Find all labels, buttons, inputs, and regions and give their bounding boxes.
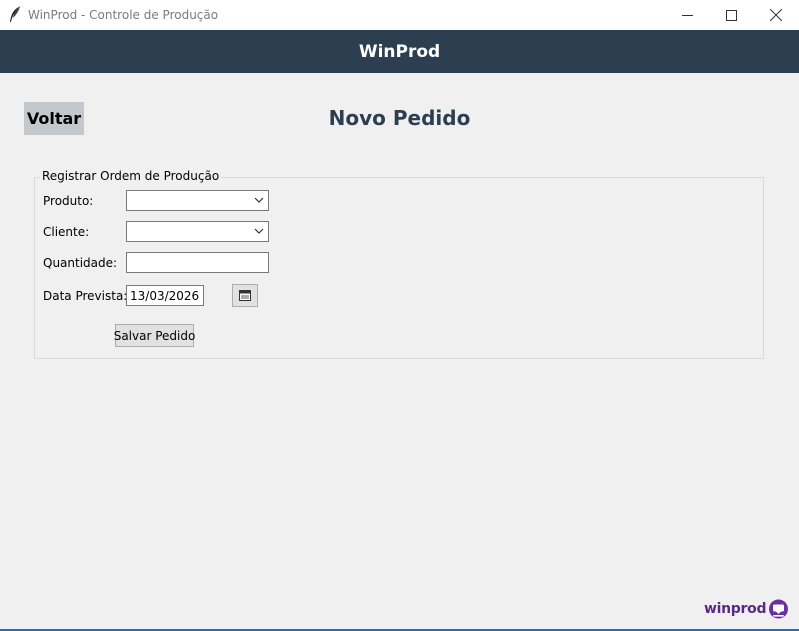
data-prevista-input[interactable]: 13/03/2026 bbox=[126, 285, 204, 306]
calendar-icon bbox=[239, 290, 251, 301]
maximize-button[interactable] bbox=[708, 0, 754, 30]
logo-text: winprod bbox=[704, 601, 767, 617]
app-header: WinProd bbox=[0, 30, 799, 73]
save-order-button[interactable]: Salvar Pedido bbox=[114, 324, 195, 347]
chevron-down-icon bbox=[254, 228, 264, 234]
quantidade-input[interactable] bbox=[126, 252, 269, 273]
close-button[interactable] bbox=[753, 0, 799, 30]
calendar-button[interactable] bbox=[232, 284, 258, 307]
order-form-group-title: Registrar Ordem de Produção bbox=[40, 169, 222, 183]
window-titlebar: WinProd - Controle de Produção bbox=[0, 0, 799, 30]
maximize-icon bbox=[725, 9, 737, 21]
data-prevista-label: Data Prevista: bbox=[43, 289, 128, 303]
winprod-logo: winprod bbox=[704, 598, 789, 620]
app-header-title: WinProd bbox=[358, 41, 441, 62]
window-title: WinProd - Controle de Produção bbox=[28, 8, 219, 22]
cliente-label: Cliente: bbox=[43, 225, 90, 239]
page-title: Novo Pedido bbox=[328, 106, 471, 130]
produto-combobox[interactable] bbox=[126, 190, 269, 211]
minimize-icon bbox=[681, 14, 693, 16]
quantidade-label: Quantidade: bbox=[43, 256, 118, 270]
minimize-button[interactable] bbox=[664, 0, 710, 30]
chevron-down-icon bbox=[254, 197, 264, 203]
cliente-combobox[interactable] bbox=[126, 221, 269, 242]
produto-label: Produto: bbox=[43, 194, 94, 208]
close-icon bbox=[770, 9, 782, 21]
chat-bubble-logo-icon bbox=[769, 599, 789, 618]
app-feather-icon bbox=[10, 6, 20, 22]
